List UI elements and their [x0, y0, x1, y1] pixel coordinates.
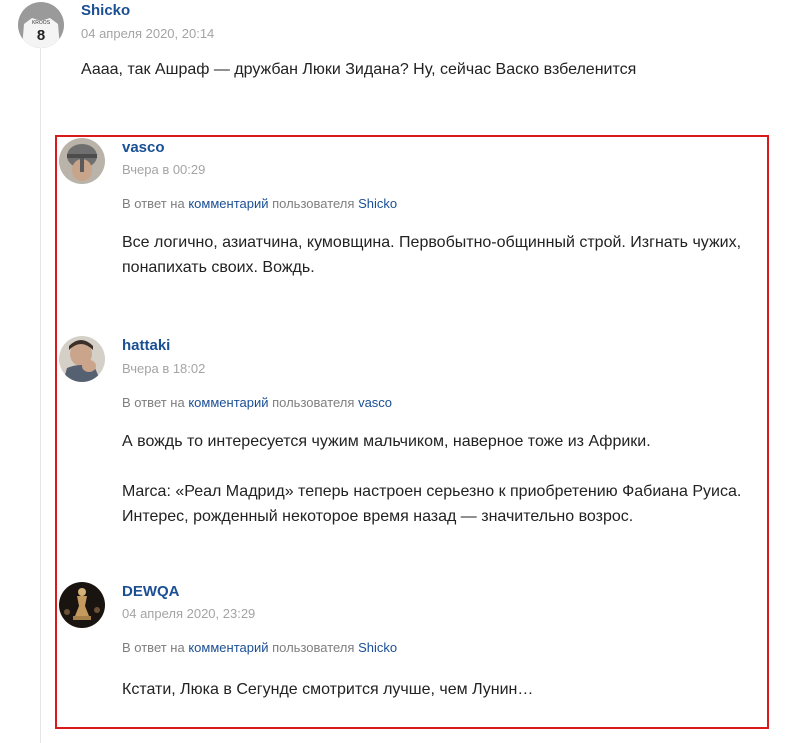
comment-text-line: Кстати, Люка в Сегунде смотрится лучше, …: [122, 681, 534, 698]
comment-date[interactable]: Вчера в 00:29: [122, 162, 205, 177]
comment-text-line: Интерес, рожденный некоторое время назад…: [122, 508, 634, 525]
comment-date[interactable]: 04 апреля 2020, 23:29: [122, 606, 255, 621]
reply-comment-link[interactable]: комментарий: [188, 395, 268, 410]
comment-text: Все логично, азиатчина, кумовщина. Перво…: [122, 230, 762, 280]
avatar[interactable]: [59, 336, 105, 382]
avatar-image-jersey: KROOS 8: [18, 2, 64, 48]
comment-text: Кстати, Люка в Сегунде смотрится лучше, …: [122, 677, 762, 702]
comment-text-spacer: [122, 454, 762, 479]
comment-text-line: Аааа, так Ашраф — дружбан Люки Зидана? Н…: [81, 61, 637, 78]
comment-text: Аааа, так Ашраф — дружбан Люки Зидана? Н…: [81, 57, 771, 82]
comment-text-line: Все логично, азиатчина, кумовщина. Перво…: [122, 234, 742, 251]
avatar-image-helmet: [59, 138, 105, 184]
avatar[interactable]: KROOS 8: [18, 2, 64, 48]
comment-text-line: понапихать своих. Вождь.: [122, 259, 315, 276]
author-name[interactable]: vasco: [122, 139, 165, 156]
comment-date[interactable]: Вчера в 18:02: [122, 361, 205, 376]
author-name[interactable]: hattaki: [122, 337, 170, 354]
avatar-jersey-number: 8: [37, 27, 45, 44]
comment-date[interactable]: 04 апреля 2020, 20:14: [81, 26, 214, 41]
reply-prefix: В ответ на: [122, 640, 185, 655]
reply-mid: пользователя: [272, 640, 355, 655]
reply-user-link[interactable]: Shicko: [358, 196, 397, 211]
reply-comment-link[interactable]: комментарий: [188, 196, 268, 211]
comment-text-line: А вождь то интересуется чужим мальчиком,…: [122, 433, 651, 450]
reply-mid: пользователя: [272, 196, 355, 211]
avatar-image-person: [59, 336, 105, 382]
comment-text: А вождь то интересуется чужим мальчиком,…: [122, 429, 762, 529]
reply-info: В ответ на комментарий пользователя vasc…: [122, 395, 392, 410]
reply-mid: пользователя: [272, 395, 355, 410]
comment-text-line: Marca: «Реал Мадрид» теперь настроен сер…: [122, 483, 742, 500]
author-name[interactable]: DEWQA: [122, 583, 180, 600]
reply-comment-link[interactable]: комментарий: [188, 640, 268, 655]
avatar-jersey-name: KROOS: [32, 20, 51, 26]
reply-user-link[interactable]: Shicko: [358, 640, 397, 655]
avatar-image-chess: [59, 582, 105, 628]
avatar[interactable]: [59, 582, 105, 628]
avatar[interactable]: [59, 138, 105, 184]
reply-user-link[interactable]: vasco: [358, 395, 392, 410]
author-name[interactable]: Shicko: [81, 2, 130, 19]
comment-shicko: KROOS 8 Shicko 04 апреля 2020, 20:14 Ааа…: [0, 0, 785, 100]
thread-line: [40, 48, 41, 743]
reply-info: В ответ на комментарий пользователя Shic…: [122, 196, 397, 211]
reply-prefix: В ответ на: [122, 196, 185, 211]
reply-prefix: В ответ на: [122, 395, 185, 410]
reply-info: В ответ на комментарий пользователя Shic…: [122, 640, 397, 655]
